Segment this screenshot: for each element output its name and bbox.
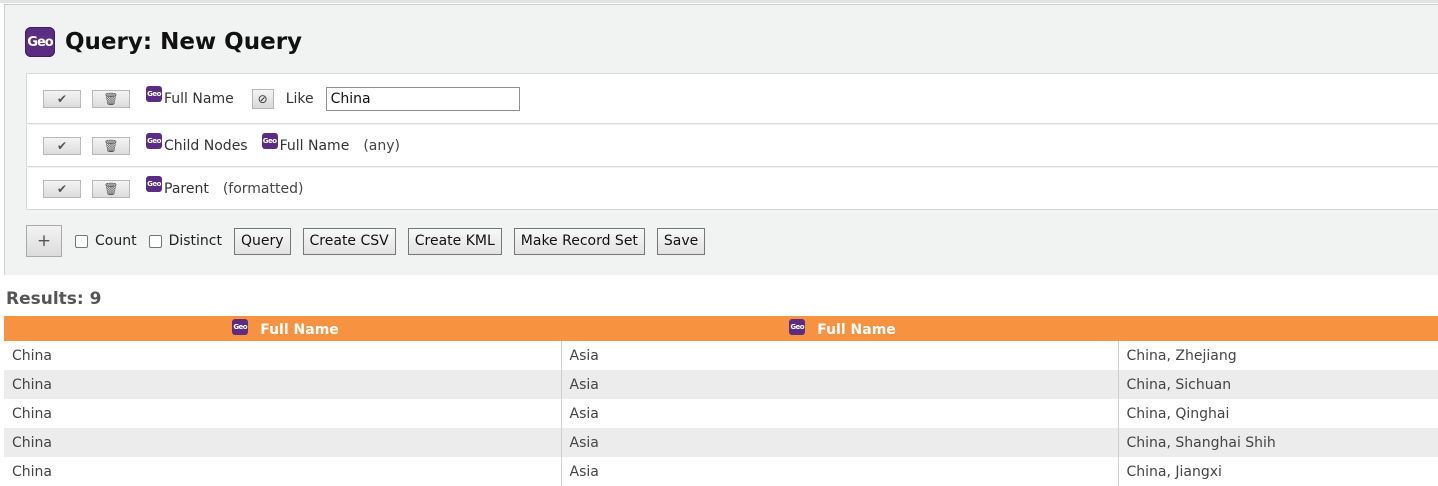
- geo-logo-icon: Geo: [146, 85, 162, 102]
- criteria-list: ✔ 🗑 Geo Full Name ⊘ Like ✔ 🗑 Geo Child N…: [26, 73, 1438, 210]
- table-cell: China, Zhejiang: [1117, 341, 1438, 370]
- action-bar: + Count Distinct Query Create CSV Create…: [26, 223, 717, 259]
- table-row: China Asia China, Shanghai Shih: [4, 428, 1438, 457]
- criterion-value-input[interactable]: [325, 86, 520, 111]
- save-button[interactable]: Save: [656, 227, 706, 255]
- criterion-sub-field[interactable]: Full Name: [280, 138, 350, 154]
- table-cell: Asia: [560, 341, 1118, 370]
- table-row: China Asia China, Jiangxi: [4, 457, 1438, 486]
- geo-logo-icon: Geo: [146, 132, 162, 149]
- count-checkbox-box[interactable]: [75, 234, 88, 248]
- query-button[interactable]: Query: [233, 227, 291, 255]
- table-row: China Asia China, Sichuan: [4, 370, 1438, 399]
- trash-icon[interactable]: 🗑: [92, 136, 130, 155]
- criterion-operator[interactable]: Like: [286, 91, 314, 107]
- table-cell: China: [4, 428, 561, 457]
- add-criterion-button[interactable]: +: [26, 225, 62, 257]
- table-cell: China, Qinghai: [1117, 399, 1438, 428]
- criterion-field[interactable]: Child Nodes: [164, 138, 248, 154]
- geo-logo-icon: Geo: [232, 318, 249, 335]
- trash-icon[interactable]: 🗑: [92, 89, 130, 108]
- table-cell: Asia: [560, 457, 1118, 486]
- criterion-modifier[interactable]: (formatted): [223, 181, 304, 197]
- check-icon[interactable]: ✔: [43, 179, 81, 198]
- count-label: Count: [95, 233, 137, 249]
- column-header[interactable]: Geo Full Name: [561, 316, 1118, 341]
- trash-icon[interactable]: 🗑: [92, 179, 130, 198]
- criterion-field[interactable]: Full Name: [164, 91, 234, 107]
- column-header-label: Full Name: [260, 321, 339, 338]
- count-checkbox[interactable]: Count: [75, 233, 137, 249]
- table-cell: China: [12, 405, 52, 422]
- make-record-set-button[interactable]: Make Record Set: [513, 227, 645, 255]
- table-header-row: Geo Full Name Geo Full Name: [4, 316, 1438, 341]
- distinct-label: Distinct: [168, 233, 222, 249]
- criterion-modifier[interactable]: (any): [363, 138, 400, 154]
- table-cell: Asia: [560, 428, 1118, 457]
- geo-logo-icon: Geo: [146, 175, 162, 192]
- column-header-label: Full Name: [817, 321, 896, 338]
- table-cell: China: [4, 370, 561, 399]
- title-row: Geo Query: New Query: [25, 25, 302, 59]
- criterion-row: ✔ 🗑 Geo Full Name ⊘ Like: [26, 73, 1438, 124]
- criterion-row: ✔ 🗑 Geo Parent (formatted): [26, 168, 1438, 210]
- check-icon[interactable]: ✔: [43, 136, 81, 155]
- table-cell: Asia: [560, 370, 1118, 399]
- query-panel: Geo Query: New Query ✔ 🗑 Geo Full Name ⊘…: [4, 4, 1438, 275]
- geo-logo-icon: Geo: [25, 27, 55, 57]
- geo-logo-icon: Geo: [261, 132, 278, 149]
- create-csv-button[interactable]: Create CSV: [302, 227, 396, 255]
- table-cell: China, Jiangxi: [1117, 457, 1438, 486]
- results-table: Geo Full Name Geo Full Name China Asia C…: [4, 316, 1438, 486]
- table-cell: Asia: [560, 399, 1118, 428]
- table-row: China Asia China, Qinghai: [4, 399, 1438, 428]
- results-count: Results: 9: [6, 289, 102, 309]
- page-title: Query: New Query: [65, 29, 303, 55]
- criterion-row: ✔ 🗑 Geo Child Nodes Geo Full Name (any): [26, 125, 1438, 167]
- distinct-checkbox[interactable]: Distinct: [148, 233, 222, 249]
- distinct-checkbox-box[interactable]: [148, 234, 162, 248]
- table-cell: China, Shanghai Shih: [1117, 428, 1438, 457]
- column-header[interactable]: [1118, 316, 1438, 341]
- top-border: [0, 0, 1438, 3]
- table-cell: China: [12, 347, 52, 364]
- create-kml-button[interactable]: Create KML: [407, 227, 502, 255]
- column-header[interactable]: Geo Full Name: [4, 316, 561, 341]
- criterion-field[interactable]: Parent: [164, 181, 209, 197]
- table-cell: China, Sichuan: [1117, 370, 1438, 399]
- table-cell: China: [12, 463, 52, 480]
- table-row: China Asia China, Zhejiang: [4, 341, 1438, 370]
- geo-logo-icon: Geo: [789, 318, 806, 335]
- not-icon[interactable]: ⊘: [251, 88, 274, 109]
- check-icon[interactable]: ✔: [43, 89, 81, 108]
